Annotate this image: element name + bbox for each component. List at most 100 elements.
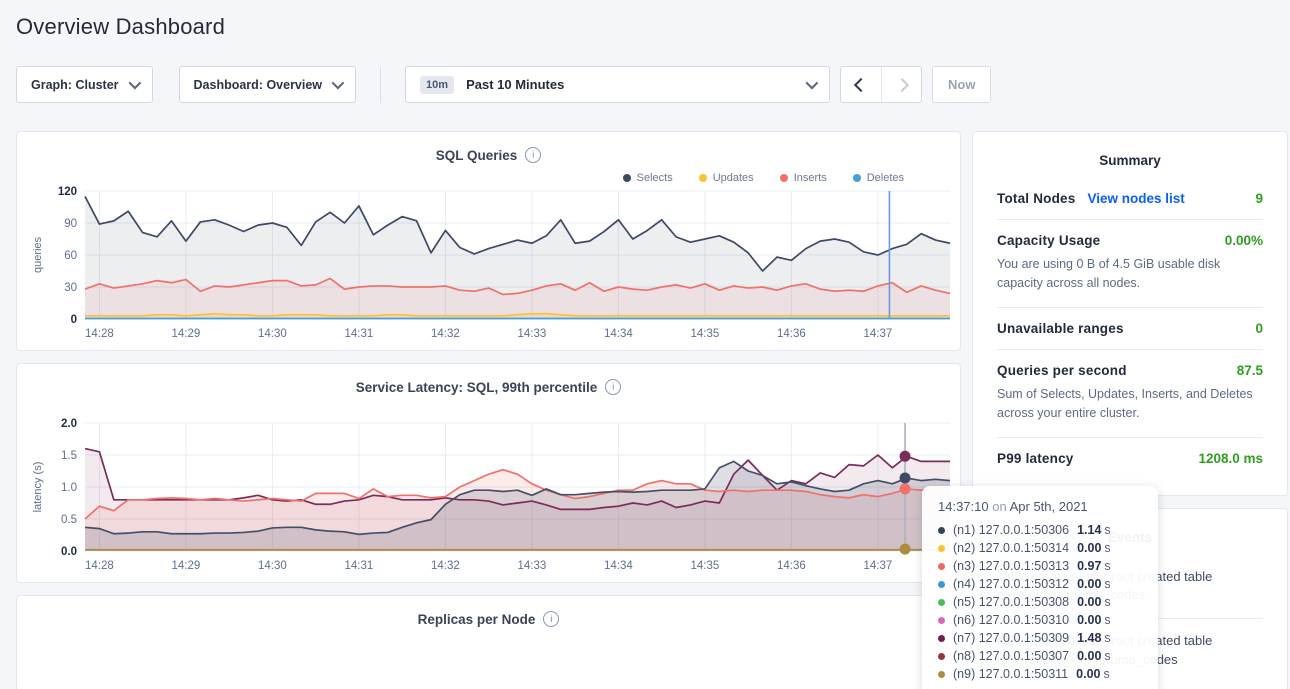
- summary-item-label: Queries per second: [997, 363, 1127, 378]
- node-color-dot-icon: [938, 581, 945, 588]
- svg-text:1.5: 1.5: [61, 450, 77, 462]
- now-button[interactable]: Now: [932, 66, 991, 103]
- svg-text:1.0: 1.0: [61, 482, 77, 494]
- svg-text:14:33: 14:33: [518, 560, 547, 572]
- tooltip-node-row: (n3) 127.0.0.1:50313 0.97s: [938, 557, 1142, 575]
- svg-text:14:34: 14:34: [604, 328, 633, 340]
- node-color-dot-icon: [938, 527, 945, 534]
- summary-item: Total Nodes View nodes list 9: [997, 178, 1263, 219]
- node-color-dot-icon: [938, 617, 945, 624]
- svg-text:14:30: 14:30: [258, 560, 287, 572]
- graph-dropdown[interactable]: Graph: Cluster: [16, 66, 153, 103]
- tooltip-node-row: (n8) 127.0.0.1:503070.00s: [938, 647, 1142, 665]
- summary-panel: Summary Total Nodes View nodes list 9 Capac…: [972, 131, 1288, 496]
- tooltip-node-unit: s: [1104, 631, 1110, 645]
- graph-dropdown-label: Graph: Cluster: [31, 78, 119, 92]
- summary-item: Unavailable ranges0: [997, 307, 1263, 349]
- svg-text:14:29: 14:29: [172, 560, 201, 572]
- replicas-per-node-panel: Replicas per Node i: [16, 595, 961, 689]
- legend-dot-icon: [699, 174, 707, 182]
- info-icon[interactable]: i: [605, 379, 621, 395]
- service-latency-title: Service Latency: SQL, 99th percentile: [356, 380, 598, 395]
- svg-text:0.5: 0.5: [61, 514, 77, 526]
- legend-item-updates[interactable]: Updates: [699, 171, 754, 185]
- svg-text:60: 60: [64, 250, 77, 262]
- tooltip-node-value: 0.00: [1077, 595, 1101, 609]
- time-range-label: Past 10 Minutes: [466, 77, 564, 92]
- svg-text:14:29: 14:29: [172, 328, 201, 340]
- time-range-dropdown[interactable]: 10m Past 10 Minutes: [405, 66, 830, 103]
- summary-item-value: 1208.0 ms: [1198, 451, 1263, 466]
- svg-text:14:35: 14:35: [691, 328, 720, 340]
- svg-text:30: 30: [64, 282, 77, 294]
- tooltip-node-unit: s: [1104, 523, 1110, 537]
- tooltip-node-address: (n9) 127.0.0.1:50311: [953, 667, 1068, 681]
- summary-item-value: 0.00%: [1225, 233, 1263, 248]
- summary-item: P99 latency 1208.0 ms: [997, 437, 1263, 479]
- summary-item: Capacity Usage 0.00% You are using 0 B of …: [997, 219, 1263, 307]
- svg-text:2.0: 2.0: [61, 418, 77, 430]
- tooltip-node-address: (n7) 127.0.0.1:50309: [953, 631, 1069, 645]
- node-color-dot-icon: [938, 563, 945, 570]
- legend-dot-icon: [780, 174, 788, 182]
- svg-text:0: 0: [71, 314, 77, 326]
- svg-text:14:32: 14:32: [431, 328, 460, 340]
- tooltip-node-unit: s: [1104, 577, 1110, 591]
- legend-label: Selects: [637, 172, 673, 184]
- svg-text:latency (s): latency (s): [32, 462, 44, 513]
- legend-item-inserts[interactable]: Inserts: [780, 171, 827, 185]
- svg-text:14:33: 14:33: [518, 328, 547, 340]
- summary-item-label: P99 latency: [997, 451, 1074, 466]
- summary-item-desc: You are using 0 B of 4.5 GiB usable disk…: [997, 255, 1263, 294]
- info-icon[interactable]: i: [525, 147, 541, 163]
- toolbar: Graph: Cluster Dashboard: Overview 10m P…: [16, 66, 1274, 103]
- tooltip-node-value: 0.00: [1077, 613, 1101, 627]
- tooltip-node-unit: s: [1103, 667, 1109, 681]
- chevron-left-icon: [854, 77, 868, 91]
- tooltip-node-address: (n1) 127.0.0.1:50306: [953, 523, 1069, 537]
- info-icon[interactable]: i: [543, 611, 559, 627]
- svg-text:14:30: 14:30: [258, 328, 287, 340]
- tooltip-node-unit: s: [1104, 559, 1110, 573]
- tooltip-node-address: (n3) 127.0.0.1:50313: [953, 559, 1069, 573]
- svg-text:14:37: 14:37: [864, 328, 893, 340]
- tooltip-node-row: (n2) 127.0.0.1:503140.00s: [938, 539, 1142, 557]
- tooltip-node-row: (n5) 127.0.0.1:503080.00s: [938, 593, 1142, 611]
- page-title: Overview Dashboard: [16, 14, 1290, 40]
- svg-text:14:31: 14:31: [345, 328, 374, 340]
- legend-label: Deletes: [867, 172, 904, 184]
- dashboard-dropdown[interactable]: Dashboard: Overview: [179, 66, 357, 103]
- time-pager: [840, 66, 922, 103]
- summary-item-label: Total Nodes: [997, 191, 1075, 206]
- tooltip-node-value: 0.97: [1077, 559, 1101, 573]
- tooltip-node-address: (n2) 127.0.0.1:50314: [953, 541, 1069, 555]
- sql-queries-title: SQL Queries: [436, 148, 518, 163]
- service-latency-chart[interactable]: 0.00.51.01.52.014:2814:2914:3014:3114:32…: [29, 417, 958, 577]
- tooltip-node-value: 1.14: [1077, 523, 1101, 537]
- svg-text:14:32: 14:32: [431, 560, 460, 572]
- sql-queries-panel: SQL Queries i Selects Updates Inserts Delet…: [16, 131, 961, 351]
- tooltip-node-value: 0.00: [1077, 649, 1101, 663]
- legend-dot-icon: [853, 174, 861, 182]
- chevron-right-icon: [894, 77, 908, 91]
- summary-item-value: 9: [1255, 191, 1263, 206]
- node-color-dot-icon: [938, 635, 945, 642]
- svg-text:14:37: 14:37: [864, 560, 893, 572]
- svg-text:14:36: 14:36: [777, 560, 806, 572]
- tooltip-node-unit: s: [1104, 595, 1110, 609]
- node-color-dot-icon: [938, 671, 945, 678]
- summary-item-label: Unavailable ranges: [997, 321, 1124, 336]
- sql-queries-legend: Selects Updates Inserts Deletes: [29, 163, 948, 185]
- time-next-button[interactable]: [881, 67, 921, 102]
- tooltip-node-address: (n6) 127.0.0.1:50310: [953, 613, 1069, 627]
- time-prev-button[interactable]: [841, 67, 881, 102]
- sql-queries-chart[interactable]: 030609012014:2814:2914:3014:3114:3214:33…: [29, 185, 958, 345]
- summary-item-label: Capacity Usage: [997, 233, 1100, 248]
- svg-text:14:34: 14:34: [604, 560, 633, 572]
- legend-item-deletes[interactable]: Deletes: [853, 171, 904, 185]
- summary-title: Summary: [997, 148, 1263, 178]
- legend-item-selects[interactable]: Selects: [623, 171, 673, 185]
- tooltip-node-row: (n7) 127.0.0.1:503091.48s: [938, 629, 1142, 647]
- svg-text:14:28: 14:28: [85, 560, 114, 572]
- view-nodes-list-link[interactable]: View nodes list: [1087, 191, 1184, 206]
